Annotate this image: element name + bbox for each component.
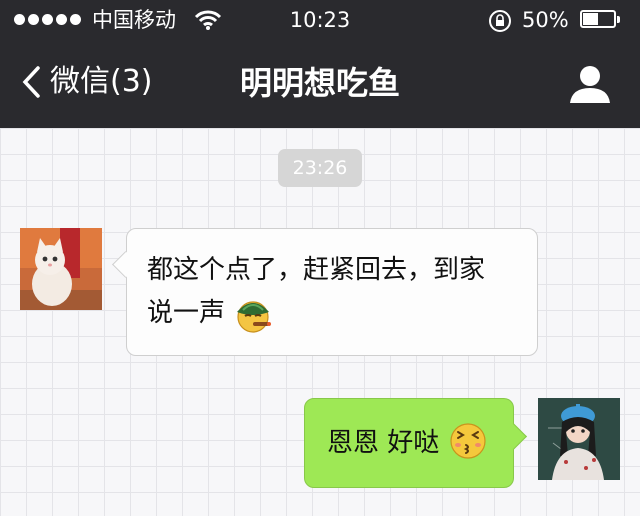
nav-bar: 微信(3) 明明想吃鱼 bbox=[0, 40, 640, 128]
battery-icon bbox=[580, 10, 622, 30]
person-icon[interactable] bbox=[568, 64, 612, 104]
message-line: 都这个点了，赶紧回去，到家 bbox=[147, 255, 486, 285]
message-bubble-outgoing[interactable]: 恩恩 好哒 bbox=[304, 398, 514, 488]
message-line-2: 说一声 bbox=[147, 292, 521, 335]
cigar-emoji-icon bbox=[237, 300, 272, 333]
kiss-emoji-icon bbox=[449, 422, 486, 459]
girl-avatar[interactable] bbox=[538, 398, 620, 480]
page-title: 明明想吃鱼 bbox=[239, 64, 400, 102]
white-cat-avatar[interactable] bbox=[20, 228, 102, 310]
message-bubble-incoming[interactable]: 都这个点了，赶紧回去，到家 说一声 bbox=[126, 228, 538, 356]
timestamp: 23:26 bbox=[278, 149, 362, 187]
status-bar: 中国移动 10:23 50% bbox=[0, 0, 640, 40]
message-text: 恩恩 好哒 bbox=[327, 428, 440, 458]
header: 中国移动 10:23 50% 微信(3) 明明想吃鱼 bbox=[0, 0, 640, 128]
chat-area: 23:26 都这个点了，赶紧回去，到家 说一声 恩恩 好哒 bbox=[0, 128, 640, 516]
rotation-lock-icon bbox=[489, 10, 511, 32]
battery-percent: 50% bbox=[522, 8, 569, 32]
